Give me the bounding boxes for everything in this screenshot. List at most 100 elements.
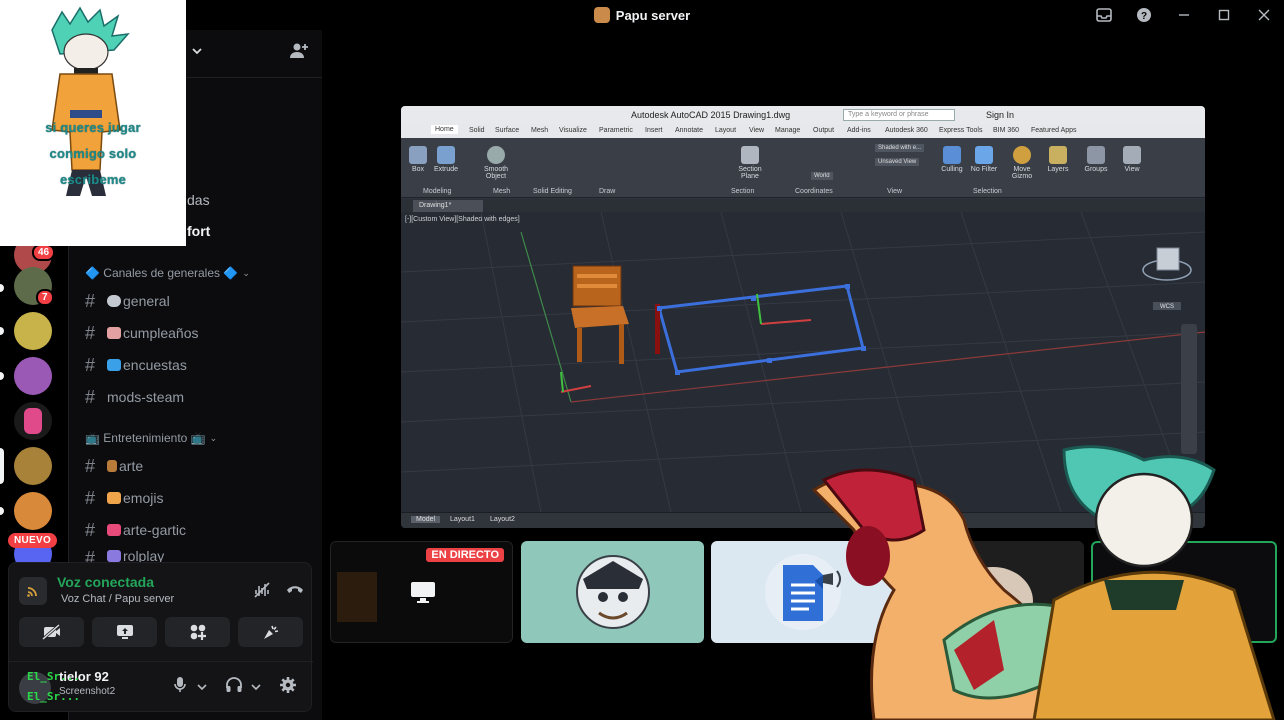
server-icon-6[interactable]	[14, 447, 52, 485]
soundboard-icon	[263, 625, 278, 639]
autocad-ribbon: Box Extrude Smooth Object Section Plane …	[401, 138, 1205, 198]
server-icon-3[interactable]	[14, 312, 52, 350]
ribbon-group: Section	[731, 188, 755, 195]
help-icon[interactable]: ?	[1124, 0, 1164, 30]
selected-rectangle	[655, 284, 866, 375]
hash-icon: #	[84, 487, 95, 508]
minimize-icon[interactable]	[1164, 0, 1204, 30]
screen-share-button[interactable]	[92, 617, 157, 647]
category-entretenimiento[interactable]: 📺 Entretenimiento 📺 ⌄	[85, 431, 217, 445]
chevron-down-icon: ⌄	[242, 267, 250, 278]
ribbon-group: Coordinates	[795, 188, 833, 195]
visual-style-select: Shaded with e...	[875, 144, 925, 152]
server-title: Papu server	[593, 7, 690, 23]
ribbon-tab: Layout	[715, 127, 737, 134]
channel-partial[interactable]: das	[187, 192, 210, 208]
view-tool: View	[1115, 146, 1149, 173]
stream-tile[interactable]: EN DIRECTO	[330, 541, 513, 643]
server-icon	[593, 7, 610, 23]
chevron-down-icon[interactable]	[197, 678, 207, 695]
ribbon-tab: Home	[431, 125, 458, 134]
screen-share-icon	[116, 625, 133, 639]
unread-pill	[0, 507, 4, 515]
channel-label: cumpleaños	[123, 325, 199, 341]
hash-icon: #	[84, 386, 95, 407]
channel-arte[interactable]: # arte	[81, 452, 313, 480]
server-icon-7[interactable]	[14, 492, 52, 530]
sticker-text-line: escribeme	[59, 172, 127, 187]
speech-bubble-icon	[107, 295, 121, 307]
channel-label: arte	[119, 458, 144, 474]
title-bar: Papu server ?	[0, 0, 1284, 30]
layers-tool: Layers	[1041, 146, 1075, 173]
add-user-icon[interactable]	[289, 42, 311, 64]
category-generales[interactable]: 🔷 Canales de generales 🔷 ⌄	[85, 266, 250, 280]
channel-label: arte-gartic	[123, 522, 187, 538]
unread-pill	[0, 284, 4, 292]
soundboard-button[interactable]	[238, 617, 303, 647]
svg-text:?: ?	[1141, 11, 1147, 22]
chevron-down-icon[interactable]	[251, 678, 261, 695]
close-icon[interactable]	[1244, 0, 1284, 30]
maximize-icon[interactable]	[1204, 0, 1244, 30]
channel-arte-gartic[interactable]: # arte-gartic	[81, 516, 313, 544]
ribbon-tab: Autodesk 360	[885, 127, 928, 134]
bar-chart-icon	[107, 359, 121, 371]
channel-mods-steam[interactable]: # mods-steam	[81, 383, 313, 411]
layout-tab: Model	[411, 516, 441, 523]
viewcube-label: WCS	[1160, 304, 1174, 310]
ribbon-tab: Insert	[645, 127, 663, 134]
channel-label: emojis	[123, 490, 164, 506]
disconnect-icon[interactable]	[285, 581, 305, 599]
voice-channel-label[interactable]: Voz Chat / Papu server	[61, 593, 174, 605]
extrude-tool: Extrude	[429, 146, 463, 173]
ribbon-group: Solid Editing	[533, 188, 572, 195]
server-icon-5[interactable]	[14, 402, 52, 440]
channel-label: mods-steam	[107, 389, 185, 405]
channel-partial[interactable]: fort	[187, 223, 210, 239]
ribbon-tab: Express Tools	[939, 127, 983, 134]
chair-model	[571, 265, 629, 364]
channel-emojis[interactable]: # emojis	[81, 484, 313, 512]
viewcube: WCS	[1142, 247, 1192, 310]
ribbon-tab: Annotate	[675, 127, 704, 134]
signal-icon[interactable]	[19, 577, 47, 605]
hash-icon: #	[84, 548, 95, 562]
voice-status-label[interactable]: Voz conectada	[57, 574, 154, 590]
chevron-down-icon[interactable]	[191, 44, 203, 59]
ribbon-tab: Featured Apps	[1031, 127, 1077, 134]
voice-actions	[19, 617, 303, 647]
noise-suppression-icon[interactable]	[253, 581, 271, 603]
gear-icon[interactable]	[279, 676, 297, 698]
hash-icon: #	[84, 290, 95, 311]
activities-button[interactable]	[165, 617, 230, 647]
layout-tab: Layout1	[450, 516, 475, 523]
ribbon-group: Modeling	[423, 188, 452, 195]
channel-cumpleanos[interactable]: # cumpleaños	[81, 319, 313, 347]
ribbon-tab: View	[749, 127, 765, 134]
brush-icon	[107, 460, 117, 472]
inbox-icon[interactable]	[1084, 0, 1124, 30]
ribbon-tab: Surface	[495, 127, 520, 134]
microphone-icon[interactable]	[173, 676, 187, 698]
ribbon-tab: Solid	[469, 127, 485, 134]
voice-panel: Voz conectada Voz Chat / Papu server tie…	[8, 562, 313, 712]
hash-icon: #	[84, 354, 95, 375]
camera-off-button[interactable]	[19, 617, 84, 647]
channel-general[interactable]: # general	[81, 287, 313, 315]
headphones-icon[interactable]	[225, 676, 243, 698]
autocad-ribbon-tabs: Home Solid Surface Mesh Visualize Parame…	[401, 124, 1205, 138]
channel-rolplay[interactable]: # rolplay	[81, 548, 313, 562]
section-plane-tool: Section Plane	[733, 146, 767, 180]
channel-encuestas[interactable]: # encuestas	[81, 351, 313, 379]
sticker-text-line: conmigo solo	[49, 146, 137, 161]
participant-tile[interactable]	[521, 541, 704, 643]
overlay-name: El_Sr...	[27, 670, 80, 683]
smooth-object-tool: Smooth Object	[479, 146, 513, 180]
server-icon-4[interactable]	[14, 357, 52, 395]
move-gizmo-tool: Move Gizmo	[1005, 146, 1039, 180]
autocad-title: Autodesk AutoCAD 2015 Drawing1.dwg	[631, 110, 791, 120]
layout-tab: Layout2	[490, 516, 515, 523]
ribbon-tab: Manage	[775, 127, 801, 134]
ribbon-group: Draw	[599, 188, 616, 195]
